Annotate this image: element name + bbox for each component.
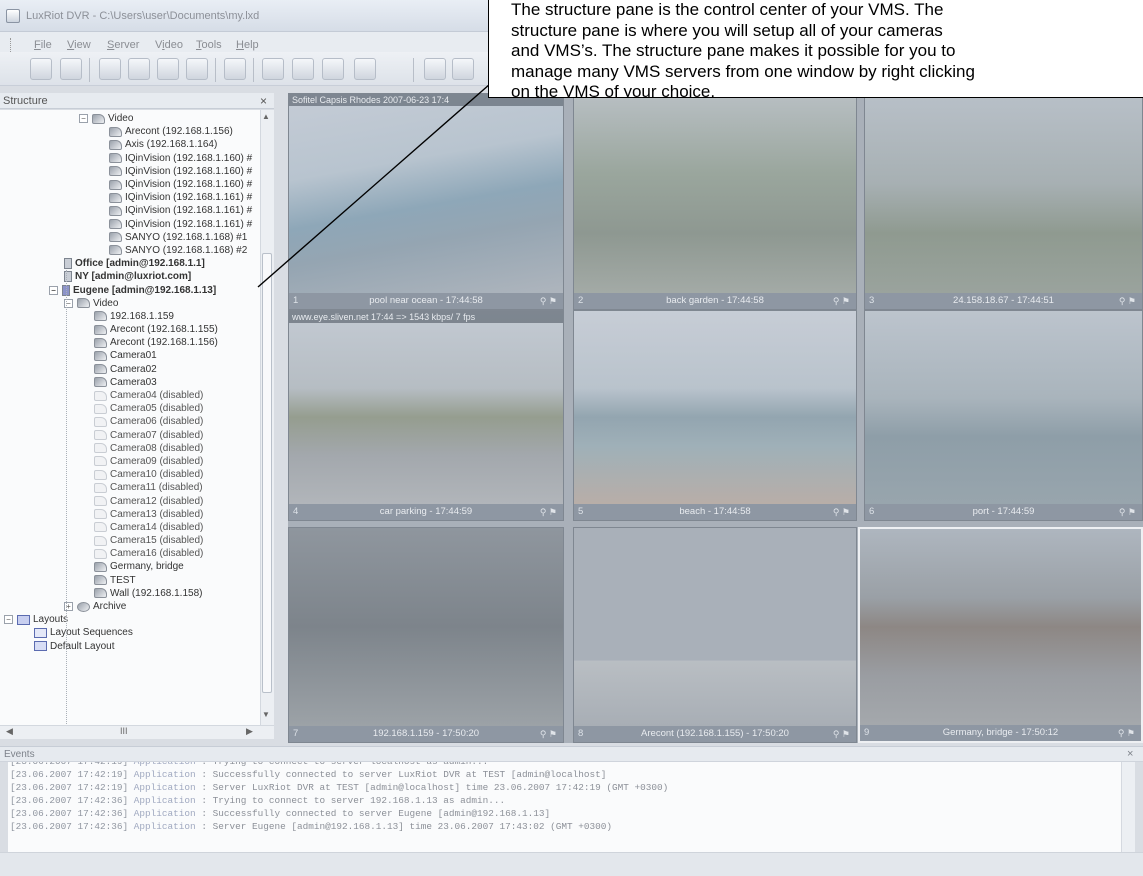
callout-arrow [257, 58, 520, 288]
callout-line: and VMS’s. The structure pane makes it p… [511, 41, 956, 60]
callout-line: manage many VMS servers from one window … [511, 61, 975, 81]
callout-line: The structure pane is the control center… [511, 0, 944, 19]
callout-arrow-line [257, 69, 507, 288]
annotation-callout: The structure pane is the control center… [488, 0, 1143, 98]
callout-line: on the VMS of your choice. [511, 82, 716, 98]
callout-line: structure pane is where you will setup a… [511, 20, 943, 40]
